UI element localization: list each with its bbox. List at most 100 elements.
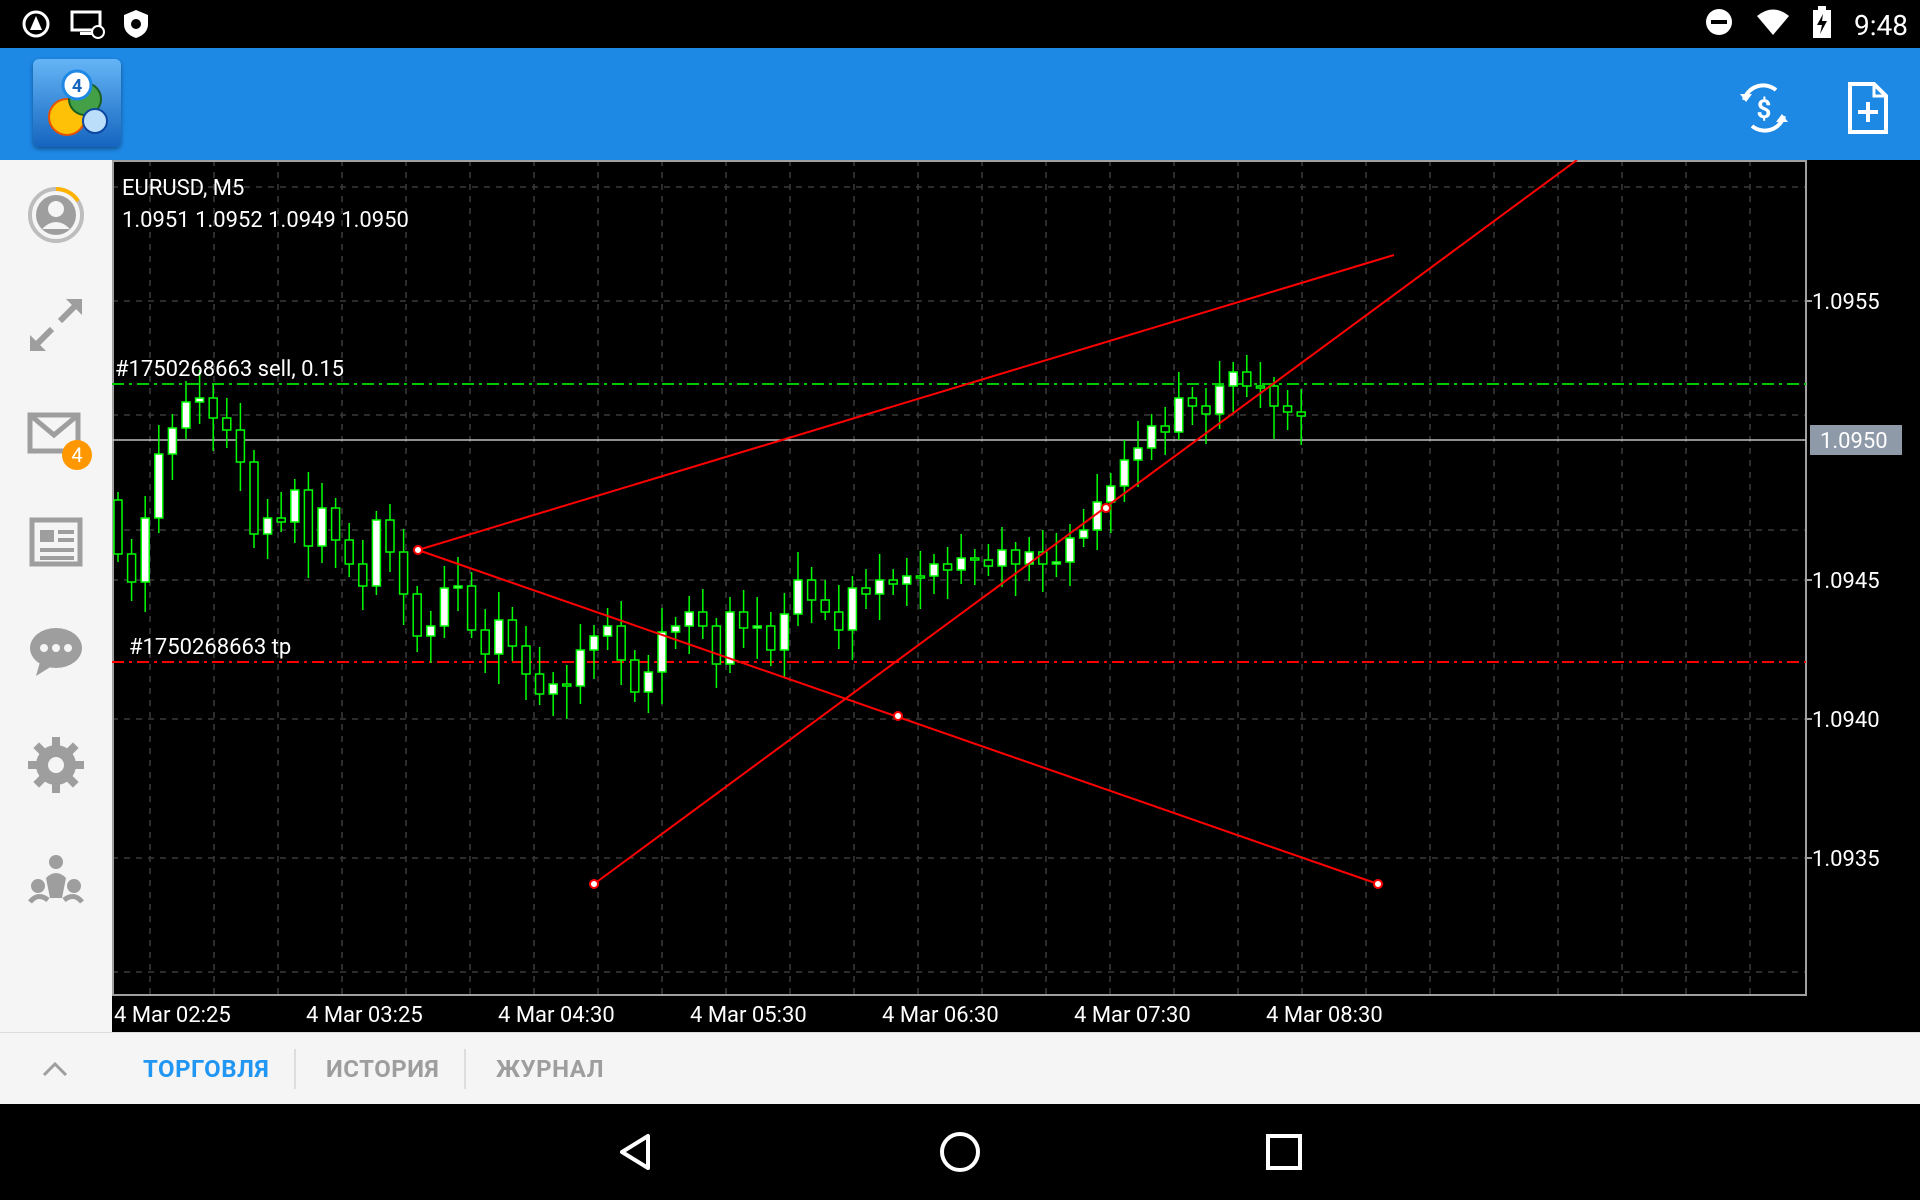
- candle-body: [521, 645, 531, 675]
- candle-body: [439, 587, 450, 627]
- candle-body: [208, 397, 218, 419]
- candle-body: [983, 559, 994, 567]
- candle-body: [670, 625, 681, 633]
- candle-body: [929, 563, 939, 577]
- candle-body: [616, 625, 626, 661]
- tab-history[interactable]: ИСТОРИЯ: [326, 1033, 439, 1105]
- candle-body: [290, 489, 300, 523]
- current-price-label: 1.0950: [1820, 429, 1888, 454]
- candle-body: [874, 579, 885, 595]
- candle-body: [154, 453, 164, 519]
- candle-body: [630, 659, 640, 693]
- candle-body: [575, 649, 586, 687]
- clock: 9:48: [1854, 9, 1908, 42]
- candle-body: [766, 625, 776, 651]
- one-click-trading-icon[interactable]: $: [1736, 80, 1792, 136]
- candle-body: [140, 517, 150, 583]
- candle-body: [1242, 371, 1252, 387]
- back-icon[interactable]: [612, 1128, 660, 1176]
- candle-body: [1214, 385, 1225, 415]
- tab-trade[interactable]: ТОРГОВЛЯ: [143, 1033, 269, 1105]
- candle-body: [779, 613, 790, 651]
- candle-body: [113, 499, 123, 555]
- candle-body: [956, 557, 966, 571]
- candle-body: [480, 629, 490, 655]
- wifi-icon: [1756, 7, 1790, 44]
- candle-body: [657, 631, 667, 673]
- candle-body: [725, 611, 735, 665]
- tab-journal[interactable]: ЖУРНАЛ: [496, 1033, 604, 1105]
- candle-body: [1146, 425, 1157, 449]
- candle-body: [371, 519, 382, 587]
- candle-body: [222, 417, 232, 431]
- candle-body: [997, 549, 1007, 567]
- candle-body: [453, 585, 463, 589]
- trendline-anchor: [893, 711, 903, 721]
- news-icon[interactable]: [26, 512, 86, 572]
- price-tick: 1.0940: [1812, 708, 1880, 733]
- take-profit-label: #1750268663 tp: [129, 635, 291, 660]
- account-icon[interactable]: [26, 185, 86, 245]
- candle-body: [793, 579, 803, 615]
- candle-body: [915, 575, 926, 579]
- candle-body: [806, 579, 817, 601]
- price-tick: 1.0945: [1812, 569, 1880, 594]
- time-tick: 4 Mar 07:30: [1074, 1003, 1191, 1028]
- candle-body: [1269, 385, 1279, 407]
- candle-body: [942, 563, 953, 571]
- candle-body: [1201, 405, 1211, 415]
- candle-body: [426, 625, 436, 637]
- candle-body: [861, 587, 871, 595]
- candle-body: [902, 575, 912, 585]
- ohlc-values: 1.0951 1.0952 1.0949 1.0950: [122, 208, 409, 233]
- svg-text:4: 4: [72, 76, 82, 97]
- status-bar: 9:48: [0, 0, 1920, 48]
- time-tick: 4 Mar 06:30: [882, 1003, 999, 1028]
- candle-body: [1119, 459, 1130, 487]
- candle-body: [1282, 405, 1293, 413]
- price-chart[interactable]: EURUSD, M5 1.0951 1.0952 1.0949 1.0950 #…: [112, 159, 1920, 1032]
- bottom-tab-bar: ТОРГОВЛЯ ИСТОРИЯ ЖУРНАЛ: [0, 1032, 1920, 1112]
- quotes-icon[interactable]: [26, 295, 86, 355]
- candle-body: [752, 625, 762, 629]
- candle-body: [834, 611, 844, 631]
- candle-body: [126, 553, 137, 583]
- candle-body: [249, 461, 259, 535]
- home-icon[interactable]: [936, 1128, 984, 1176]
- remote-desktop-icon: [70, 8, 105, 40]
- svg-text:$: $: [1757, 95, 1772, 125]
- candle-body: [385, 519, 395, 553]
- candle-body: [181, 401, 191, 429]
- do-not-disturb-icon: [1704, 7, 1734, 44]
- chart-canvas[interactable]: EURUSD, M5 1.0951 1.0952 1.0949 1.0950 #…: [112, 159, 1920, 1032]
- mail-badge: 4: [62, 440, 92, 470]
- candle-body: [262, 517, 273, 535]
- new-order-icon[interactable]: [1840, 80, 1896, 136]
- traders-community-icon[interactable]: [26, 848, 86, 908]
- candle-body: [358, 563, 368, 587]
- candle-body: [698, 611, 708, 627]
- time-tick: 4 Mar 08:30: [1266, 1003, 1383, 1028]
- candle-body: [548, 683, 558, 695]
- candle-body: [534, 673, 545, 695]
- metatrader-logo-icon[interactable]: 4: [33, 59, 121, 147]
- system-nav-bar: [0, 1104, 1920, 1200]
- candle-body: [738, 611, 749, 629]
- symbol-timeframe: EURUSD, M5: [122, 176, 244, 201]
- recents-icon[interactable]: [1260, 1128, 1308, 1176]
- candle-body: [167, 427, 178, 455]
- candle-body: [276, 517, 286, 523]
- chat-icon[interactable]: [26, 620, 86, 680]
- time-tick: 4 Mar 05:30: [690, 1003, 807, 1028]
- shield-notification-icon: [120, 8, 152, 40]
- chevron-up-icon[interactable]: [40, 1055, 70, 1087]
- settings-gear-icon[interactable]: [26, 735, 86, 795]
- candle-body: [1106, 485, 1116, 503]
- candle-body: [1065, 537, 1075, 563]
- candle-body: [1051, 561, 1062, 565]
- candle-body: [1296, 411, 1306, 417]
- candle-body: [466, 585, 477, 631]
- candle-body: [1228, 371, 1238, 387]
- trendline-anchor: [589, 879, 599, 889]
- candle-body: [847, 587, 858, 631]
